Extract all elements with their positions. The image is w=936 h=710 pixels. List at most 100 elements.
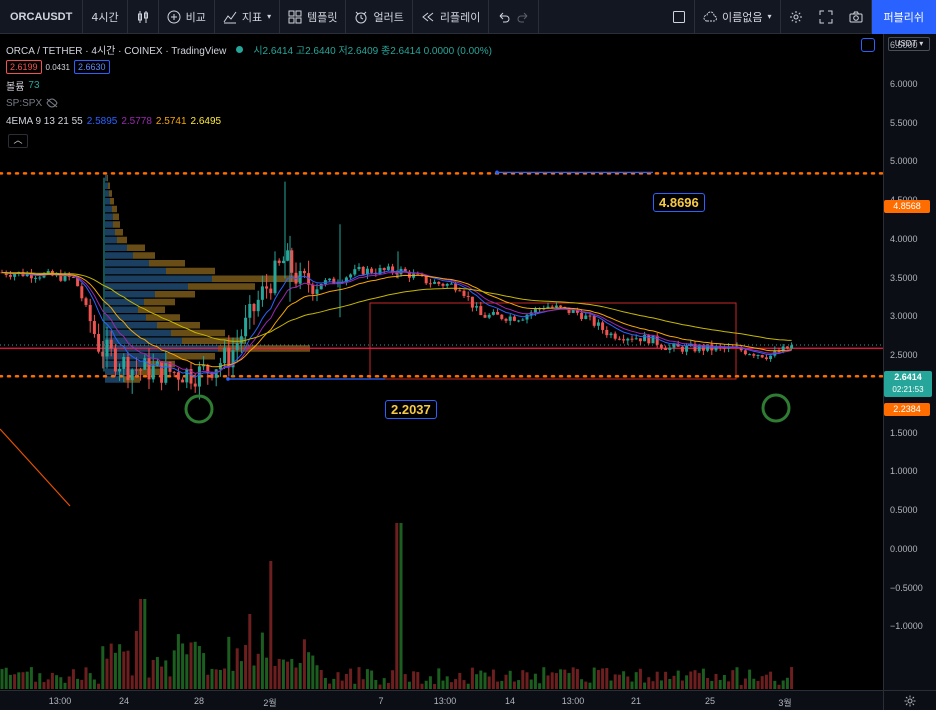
candle-body — [223, 347, 227, 364]
fullscreen-icon — [819, 10, 833, 23]
candle-body — [559, 305, 563, 307]
candle-body — [748, 354, 752, 356]
volume-value: 73 — [28, 79, 40, 91]
candle-body — [517, 320, 521, 322]
candle-body — [290, 250, 294, 273]
spx-label: SP:SPX — [6, 97, 43, 109]
volume-bar — [38, 673, 42, 689]
alert-button[interactable]: 얼러트 — [346, 0, 413, 34]
ema-legend-row[interactable]: 4EMA 9 13 21 55 2.5895 2.5778 2.5741 2.6… — [6, 112, 492, 130]
rewind-icon — [422, 12, 434, 21]
legend-collapse-button[interactable]: ︿ — [8, 134, 28, 148]
volume-profile-bar — [108, 182, 110, 189]
volume-bar — [218, 669, 222, 689]
volume-profile-bar — [117, 236, 127, 244]
volume-bar — [588, 682, 592, 689]
highlight-circle — [761, 393, 791, 423]
volume-bar — [370, 670, 374, 689]
lower-target-callout[interactable]: 2.2037 — [385, 400, 437, 419]
publish-button[interactable]: 퍼블리쉬 — [871, 0, 936, 34]
volume-legend-row[interactable]: 볼륨 73 — [6, 76, 492, 94]
volume-bar — [71, 669, 75, 689]
volume-bar — [521, 670, 525, 689]
multi-layout-button[interactable] — [664, 0, 696, 34]
candle-body — [769, 355, 773, 360]
volume-bar — [790, 667, 794, 689]
candle-body — [533, 308, 537, 313]
volume-bar — [731, 670, 735, 689]
volume-bar — [416, 672, 420, 689]
volume-bar — [386, 682, 390, 689]
chart-style-button[interactable] — [128, 0, 159, 34]
fullscreen-button[interactable] — [811, 0, 841, 34]
eye-off-icon[interactable] — [46, 98, 58, 108]
volume-profile-bar — [105, 198, 110, 205]
time-axis[interactable]: 13:00 24 28 2월 7 13:00 14 13:00 21 25 3월 — [0, 690, 883, 710]
candle-body — [311, 284, 315, 294]
upper-target-callout[interactable]: 4.8696 — [653, 193, 705, 212]
volume-profile-bar — [105, 229, 115, 236]
publish-label: 퍼블리쉬 — [883, 10, 924, 24]
symbol-search[interactable]: ORCAUSDT — [0, 0, 84, 34]
candle-body — [475, 306, 479, 308]
interval-button[interactable]: 4시간 — [83, 0, 128, 34]
volume-profile-bar — [155, 291, 195, 298]
price-chart[interactable] — [0, 34, 883, 690]
redo-icon[interactable] — [516, 10, 530, 24]
volume-profile-bar — [105, 260, 149, 267]
volume-profile-bar — [105, 182, 108, 189]
sync-scale-button[interactable] — [861, 38, 875, 52]
candle-body — [147, 358, 151, 380]
volume-profile-bar — [105, 298, 144, 306]
volume-bar — [269, 561, 273, 689]
layout-name-button[interactable]: 이름없음 ▾ — [695, 0, 781, 34]
candle-body — [118, 368, 122, 372]
indicators-button[interactable]: 지표 ▾ — [215, 0, 281, 34]
settings-button[interactable] — [781, 0, 811, 34]
volume-profile-bar — [115, 229, 123, 236]
volume-label: 볼륨 — [6, 81, 25, 93]
candle-body — [571, 309, 575, 313]
market-status-dot-icon — [236, 45, 244, 53]
bid-price[interactable]: 2.6199 — [6, 60, 42, 74]
volume-bar — [391, 670, 395, 689]
templates-button[interactable]: 템플릿 — [280, 0, 347, 34]
volume-bar — [50, 672, 54, 689]
volume-bar — [512, 681, 516, 689]
candle-body — [130, 369, 134, 381]
ask-price[interactable]: 2.6630 — [74, 60, 110, 74]
candle-body — [260, 286, 264, 300]
volume-bar — [529, 679, 533, 689]
candle-body — [244, 317, 248, 337]
volume-bar — [17, 672, 21, 689]
undo-button[interactable] — [489, 0, 540, 34]
candle-body — [638, 338, 642, 342]
volume-bar — [420, 683, 424, 689]
volume-bar — [8, 674, 12, 689]
volume-bar — [113, 652, 117, 689]
spx-legend-row[interactable]: SP:SPX — [6, 94, 492, 112]
axis-settings-corner[interactable] — [883, 690, 936, 710]
currency-button[interactable]: USDT ▾ — [888, 37, 930, 51]
volume-profile-bar — [105, 213, 113, 220]
candle-body — [370, 268, 374, 273]
volume-bar — [185, 654, 189, 689]
volume-bar — [525, 672, 529, 689]
volume-bar — [235, 648, 239, 689]
candle-body — [122, 357, 126, 369]
compare-button[interactable]: 비교 — [159, 0, 215, 34]
volume-profile-bar — [105, 236, 117, 244]
volume-profile-bar — [127, 244, 145, 251]
snapshot-button[interactable] — [841, 0, 872, 34]
chart-pane[interactable] — [0, 34, 883, 690]
candle-body — [126, 357, 130, 381]
price-tick-label: 2.5000 — [890, 350, 918, 360]
price-axis[interactable]: 6.50006.00005.50005.00004.50004.00003.50… — [883, 34, 936, 690]
replay-button[interactable]: 리플레이 — [413, 0, 490, 34]
candle-body — [277, 260, 281, 263]
volume-bar — [655, 671, 659, 689]
volume-bar — [84, 667, 88, 689]
legend-title[interactable]: ORCA / TETHER · 4시간 · COINEX · TradingVi… — [6, 42, 226, 57]
volume-bar — [227, 636, 231, 689]
price-tick-label: −0.5000 — [890, 582, 923, 593]
